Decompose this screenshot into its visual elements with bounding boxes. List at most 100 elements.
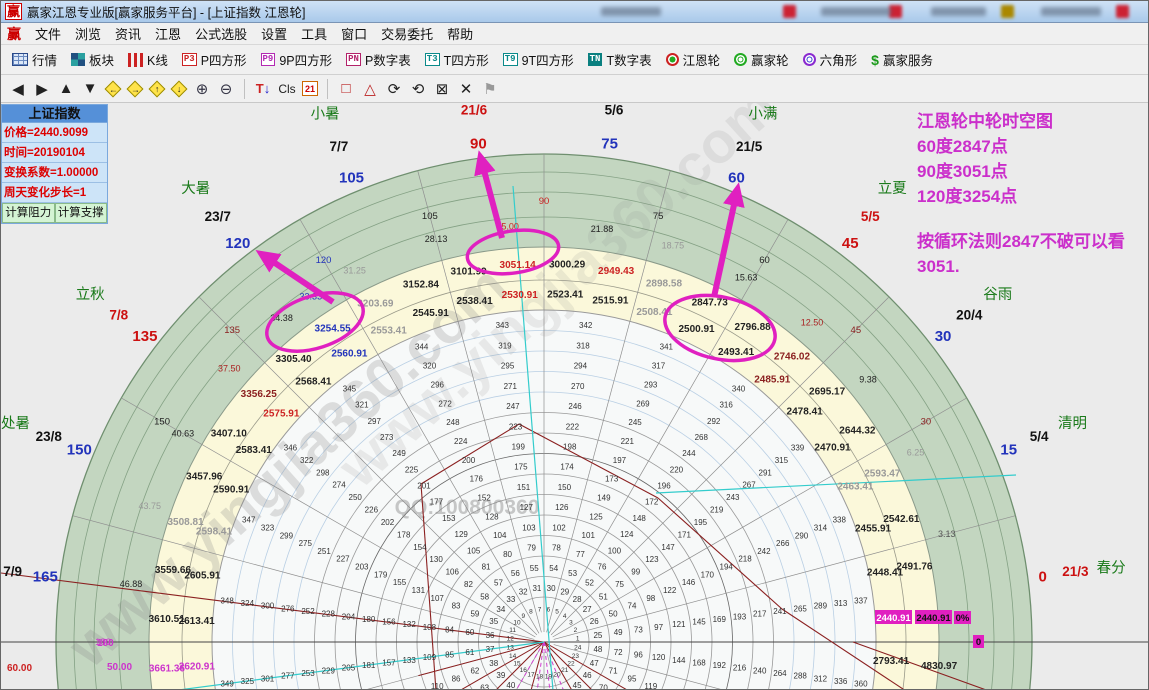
rotate-ccw-icon[interactable]: ⟲	[409, 79, 427, 99]
spiral-number: 150	[558, 483, 572, 492]
rotate-cw-icon[interactable]: ⟳	[385, 79, 403, 99]
instrument-title: 上证指数	[2, 105, 107, 123]
menu-item-news[interactable]: 资讯	[115, 24, 141, 43]
hexagon-icon	[803, 53, 816, 66]
degree-ring-label: 150	[154, 417, 170, 428]
menu-item-trade[interactable]: 交易委托	[381, 24, 433, 43]
spiral-number: 149	[597, 494, 611, 503]
extra-label: 50.00	[107, 662, 132, 673]
draw-square-icon[interactable]: □	[337, 79, 355, 99]
spiral-number: 241	[773, 607, 787, 616]
price-row: 价格=2440.9099	[2, 123, 107, 143]
calc-support-button[interactable]: 计算支撑	[55, 203, 108, 223]
spiral-number: 342	[579, 321, 593, 330]
toolbar-item-9t-square[interactable]: T99T四方形	[498, 48, 579, 71]
calendar-icon[interactable]: 21	[302, 81, 318, 96]
menu-item-formula[interactable]: 公式选股	[195, 24, 247, 43]
price-inner-label: 2560.91	[331, 348, 368, 359]
draw-triangle-icon[interactable]: △	[361, 79, 379, 99]
solar-term-label: 立夏	[878, 180, 907, 197]
outer-degree-label: 60	[728, 169, 745, 186]
spiral-number: 243	[726, 493, 740, 502]
toolbar-item-t-square[interactable]: T3T四方形	[420, 48, 494, 71]
cross-arrows-icon[interactable]: ✕	[457, 79, 475, 99]
spiral-number: 198	[563, 442, 577, 451]
zoom-in-icon[interactable]: ⊕	[193, 79, 211, 99]
box-x-icon[interactable]: ⊠	[433, 79, 451, 99]
toolbar-item-t-table[interactable]: TNT数字表	[583, 48, 657, 71]
outer-degree-label: 30	[935, 328, 952, 345]
spiral-number: 267	[742, 481, 756, 490]
flag-icon[interactable]: ⚑	[481, 79, 499, 99]
price-outer-label: 3254.55	[315, 324, 352, 335]
menu-item-file[interactable]: 文件	[35, 24, 61, 43]
toolbar-item-gann-wheel[interactable]: 江恩轮	[661, 48, 726, 71]
spiral-number: 229	[322, 666, 336, 675]
toolbar-item-quotes[interactable]: 行情	[7, 48, 62, 71]
pan-left-icon[interactable]: ←	[105, 80, 122, 97]
price-inner-label: 2478.41	[787, 406, 824, 417]
outer-degree-label: 0	[1039, 568, 1047, 585]
spiral-number: 76	[598, 562, 607, 571]
toolbar-item-hexagon[interactable]: 六角形	[798, 48, 863, 71]
menu-item-gann[interactable]: 江恩	[155, 24, 181, 43]
main-toolbar: 行情板块 K线 P3P四方形P99P四方形PNP数字表T3T四方形T99T四方形TN…	[1, 45, 1149, 75]
spiral-number: 33	[506, 595, 515, 604]
current-price-text: 0%	[956, 613, 970, 624]
zoom-out-icon[interactable]: ⊖	[217, 79, 235, 99]
percent-label: 37.50	[218, 363, 241, 373]
date-label: 7/7	[329, 139, 348, 154]
spiral-number: 126	[555, 503, 569, 512]
toolbar-item-p-square[interactable]: P3P四方形	[177, 48, 252, 71]
toolbar-item-winner-service[interactable]: $赢家服务	[866, 48, 938, 71]
nav-forward-icon[interactable]: ▶	[33, 79, 51, 99]
cls-icon[interactable]: Cls	[278, 79, 296, 99]
spiral-number: 80	[503, 550, 512, 559]
degree-ring-label: 75	[653, 211, 664, 222]
toolbar-item-9p-square[interactable]: P99P四方形	[256, 48, 338, 71]
spiral-number: 295	[501, 362, 515, 371]
toolbar-item-kline[interactable]: K线	[123, 48, 173, 71]
spiral-number: 57	[494, 579, 503, 588]
nav-down-icon[interactable]: ▼	[81, 79, 99, 99]
spiral-number: 98	[646, 594, 655, 603]
spiral-number: 119	[644, 682, 657, 690]
background-icon	[1001, 5, 1014, 18]
spiral-number: 62	[470, 667, 479, 676]
toolbar-label: T数字表	[606, 50, 651, 69]
menu-item-browse[interactable]: 浏览	[75, 24, 101, 43]
toolbar-item-p-table[interactable]: PNP数字表	[341, 48, 416, 71]
degree-ring-label: 120	[316, 255, 332, 266]
menu-item-window[interactable]: 窗口	[341, 24, 367, 43]
toolbar-label: P四方形	[201, 50, 247, 69]
spiral-number: 27	[583, 605, 592, 614]
annotation-title: 江恩轮中轮时空图	[917, 109, 1149, 134]
t-down-icon[interactable]: T↓	[254, 79, 272, 99]
t-square-icon: T3	[425, 53, 440, 66]
outer-degree-label: 15	[1000, 442, 1017, 459]
spiral-number: 52	[585, 579, 594, 588]
date-label: 7/8	[109, 308, 128, 323]
menu-item-tools[interactable]: 工具	[301, 24, 327, 43]
current-price-text: 2440.91	[916, 613, 951, 624]
spiral-number: 179	[374, 570, 388, 579]
toolbar-item-sectors[interactable]: 板块	[66, 48, 119, 71]
menu-item-help[interactable]: 帮助	[447, 24, 473, 43]
pan-down-icon[interactable]: ↓	[171, 80, 188, 97]
pan-right-icon[interactable]: →	[127, 80, 144, 97]
calc-resistance-button[interactable]: 计算阻力	[2, 203, 55, 223]
spiral-number: 78	[552, 544, 561, 553]
spiral-number: 249	[392, 449, 406, 458]
nav-back-icon[interactable]: ◀	[9, 79, 27, 99]
price-outer-label: 2847.73	[692, 297, 729, 308]
toolbar-label: K线	[147, 50, 168, 69]
spiral-number: 291	[759, 468, 773, 477]
nav-up-icon[interactable]: ▲	[57, 79, 75, 99]
analysis-annotation: 江恩轮中轮时空图 60度2847点 90度3051点 120度3254点 按循环…	[917, 109, 1149, 279]
pan-up-icon[interactable]: ↑	[149, 80, 166, 97]
menu-item-settings[interactable]: 设置	[261, 24, 287, 43]
price-inner-label: 2463.41	[837, 482, 874, 493]
toolbar-label: 9P四方形	[279, 50, 332, 69]
date-label: 21/6	[461, 103, 488, 118]
toolbar-item-winner-wheel[interactable]: 赢家轮	[729, 48, 794, 71]
